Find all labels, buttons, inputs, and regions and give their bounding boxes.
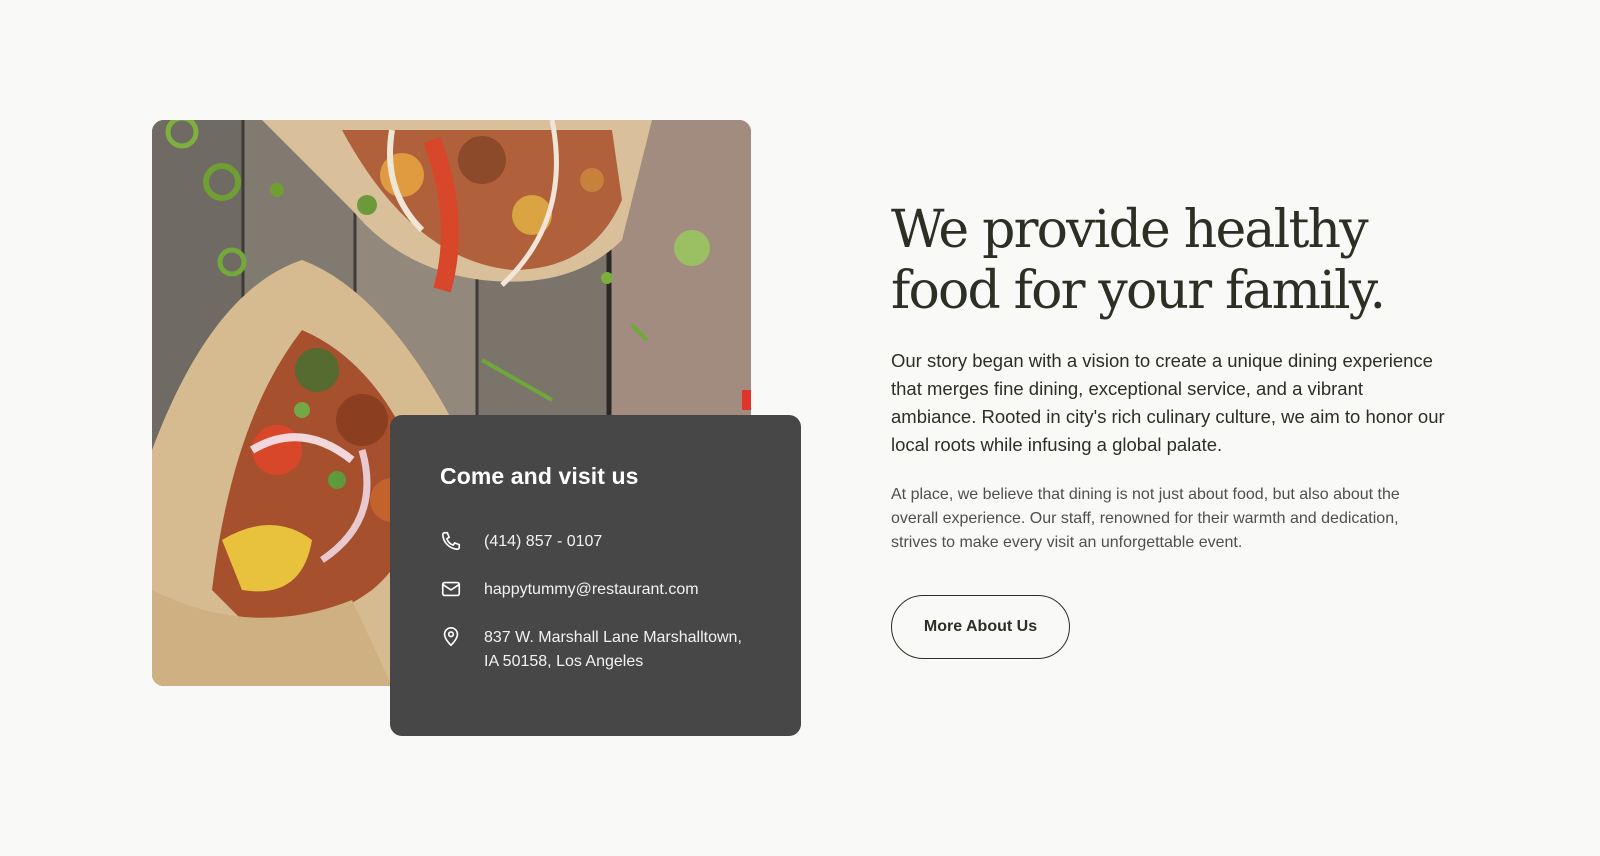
contact-card-title: Come and visit us <box>440 463 639 489</box>
more-about-us-button[interactable]: More About Us <box>891 595 1070 659</box>
about-text: We provide healthy food for your family.… <box>891 200 1451 659</box>
contact-phone[interactable]: (414) 857 - 0107 <box>484 530 602 554</box>
about-section: Come and visit us (414) 857 - 0107 happy… <box>0 0 1600 856</box>
contact-address-line2: IA 50158, Los Angeles <box>484 653 644 670</box>
about-lead-paragraph: Our story began with a vision to create … <box>891 350 1445 455</box>
about-headline-line2: food for your family. <box>891 261 1386 321</box>
about-headline: We provide healthy food for your family. <box>891 200 1451 322</box>
contact-phone-row[interactable]: (414) 857 - 0107 <box>440 530 751 554</box>
location-pin-icon <box>440 626 462 648</box>
contact-card: Come and visit us (414) 857 - 0107 happy… <box>390 415 801 736</box>
contact-email[interactable]: happytummy@restaurant.com <box>484 578 699 602</box>
contact-address-row: 837 W. Marshall Lane Marshalltown, IA 50… <box>440 626 751 674</box>
contact-address-line1: 837 W. Marshall Lane Marshalltown, <box>484 629 742 646</box>
phone-icon <box>440 530 462 552</box>
about-headline-line1: We provide healthy <box>891 200 1369 260</box>
mail-icon <box>440 578 462 600</box>
contact-email-row[interactable]: happytummy@restaurant.com <box>440 578 751 602</box>
contact-address: 837 W. Marshall Lane Marshalltown, IA 50… <box>484 626 742 674</box>
about-body-paragraph: At place, we believe that dining is not … <box>891 486 1400 551</box>
